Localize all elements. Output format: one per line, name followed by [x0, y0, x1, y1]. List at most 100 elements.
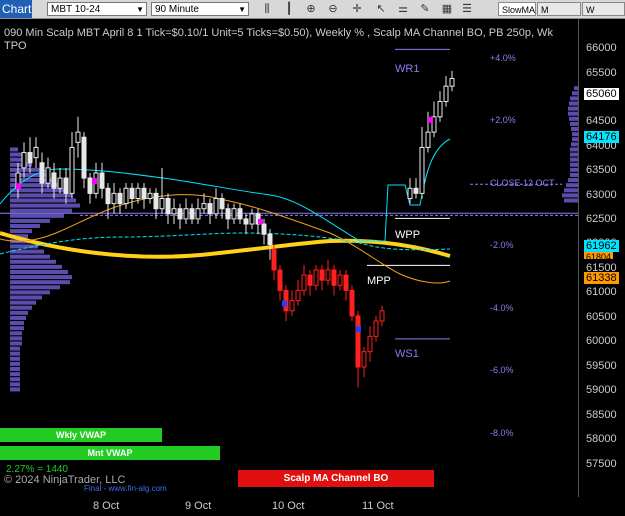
right-profile-bar	[569, 101, 578, 106]
candle-up	[443, 85, 449, 102]
chart-tab[interactable]: Chart	[0, 0, 32, 18]
tpo-profile-bar	[10, 213, 64, 218]
tpo-profile-bar	[10, 264, 62, 269]
tpo-profile-bar	[10, 310, 28, 315]
candle	[159, 197, 165, 210]
candle	[81, 136, 87, 179]
candle	[99, 172, 105, 189]
candle-up	[449, 78, 455, 87]
tpo-profile-bar	[10, 331, 22, 336]
x-tick: 11 Oct	[362, 500, 394, 512]
candle	[237, 208, 243, 220]
tpo-profile-bar	[10, 167, 40, 172]
properties-icon[interactable]: ⚌	[396, 2, 410, 16]
signal-marker	[92, 178, 97, 185]
pct-label: -2.0%	[490, 240, 514, 250]
candle	[75, 131, 81, 143]
right-profile-bar	[566, 183, 578, 188]
right-profile-bar	[570, 147, 578, 152]
zoom-in-icon[interactable]: ⊕	[304, 2, 318, 16]
tpo-profile-bar	[10, 203, 80, 208]
tpo-profile-bar	[10, 377, 20, 382]
data-box-icon[interactable]: ▦	[440, 2, 454, 16]
candle-down	[379, 310, 385, 322]
right-profile-bar	[570, 172, 578, 177]
candle	[111, 192, 117, 205]
price-tick: 65500	[586, 67, 617, 79]
chart-title: 090 Min Scalp MBT April 8 1 Tick=$0.10/1…	[4, 27, 553, 52]
candle	[207, 203, 213, 215]
tpo-profile-bar	[10, 356, 20, 361]
price-tick: 59500	[586, 360, 617, 372]
candle	[183, 208, 189, 220]
price-tick: 66000	[586, 42, 617, 54]
price-chart[interactable]	[0, 19, 578, 497]
candle-up	[437, 100, 443, 118]
chart-panel[interactable]: 090 Min Scalp MBT April 8 1 Tick=$0.10/1…	[0, 19, 578, 497]
candle	[231, 208, 237, 220]
wkly-vwap-bar: Wkly VWAP	[0, 428, 162, 442]
right-profile-bar	[562, 193, 578, 198]
w-vwap-button[interactable]: W VWAP	[582, 2, 625, 29]
instrument-select[interactable]: MBT 10-24 ▼	[47, 2, 147, 16]
candle	[177, 208, 183, 220]
candle	[135, 187, 141, 199]
pointer-icon[interactable]: ↖	[374, 2, 388, 16]
candle	[141, 187, 147, 199]
pct-label: +4.0%	[490, 53, 516, 63]
m-vwap-button[interactable]: M VWAP	[537, 2, 581, 29]
chevron-down-icon: ▼	[136, 5, 144, 14]
candle	[57, 177, 63, 189]
candle	[219, 197, 225, 210]
price-tick: 59000	[586, 384, 617, 396]
candle	[123, 187, 129, 205]
bars-icon[interactable]: ⫼	[260, 2, 274, 16]
candle	[225, 208, 231, 220]
price-label-cyan: 61962	[584, 240, 619, 252]
candle	[165, 197, 171, 215]
tpo-profile-bar	[10, 275, 72, 280]
right-profile-bar	[570, 157, 578, 162]
candle-down	[325, 269, 331, 281]
price-tick: 58000	[586, 433, 617, 445]
orange-ma-line	[0, 194, 451, 284]
indicator-select[interactable]: SlowMA	[498, 2, 536, 16]
candlestick-icon[interactable]: ┃	[282, 2, 296, 16]
tpo-profile-bar	[10, 193, 72, 198]
price-tick: 63500	[586, 164, 617, 176]
right-profile-bar	[570, 96, 578, 101]
x-tick: 10 Oct	[272, 500, 305, 512]
right-profile-bar	[568, 106, 578, 111]
mnt-vwap-bar: Mnt VWAP	[0, 446, 220, 460]
tpo-profile-bar	[10, 254, 50, 259]
crosshair-icon[interactable]: ✛	[350, 2, 364, 16]
right-profile-bar	[570, 121, 578, 126]
candle-down	[289, 300, 295, 312]
zoom-out-icon[interactable]: ⊖	[326, 2, 340, 16]
tpo-profile-bar	[10, 346, 20, 351]
x-tick: 8 Oct	[93, 500, 120, 512]
price-tick: 60000	[586, 335, 617, 347]
tpo-profile-bar	[10, 372, 20, 377]
strategies-icon[interactable]: ☰	[460, 2, 474, 16]
tpo-profile-bar	[10, 366, 20, 371]
candle-down	[331, 269, 337, 286]
pct-label: -4.0%	[490, 303, 514, 313]
candle-down	[313, 269, 319, 286]
drawing-tools-icon[interactable]: ✎	[418, 2, 432, 16]
interval-select[interactable]: 90 Minute ▼	[151, 2, 249, 16]
right-profile-bar	[571, 127, 578, 132]
level-ws1: WS1	[395, 348, 419, 360]
candle	[45, 167, 51, 184]
candle-down	[373, 320, 379, 337]
price-axis[interactable]: 66000 65500 65000 64500 64000 63500 6300…	[578, 19, 625, 497]
interval-value: 90 Minute	[155, 4, 199, 15]
level-wpp: WPP	[395, 229, 421, 241]
signal-marker	[356, 326, 361, 333]
tpo-profile-bar	[10, 208, 72, 213]
instrument-value: MBT 10-24	[51, 4, 101, 15]
tpo-profile-bar	[10, 295, 42, 300]
candle	[27, 152, 33, 164]
pct-label: -8.0%	[490, 428, 514, 438]
toolbar: Chart MBT 10-24 ▼ 90 Minute ▼ ⫼ ┃ ⊕ ⊖ ✛ ↖ …	[0, 0, 625, 29]
